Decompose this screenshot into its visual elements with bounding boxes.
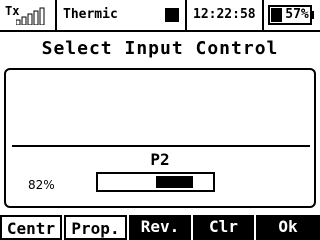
input-level-fill [155, 176, 194, 188]
battery-icon: 57% [268, 5, 314, 25]
input-percent: 82% [28, 178, 55, 192]
rev-button[interactable]: Rev. [129, 215, 191, 240]
input-name: P2 [150, 150, 170, 169]
prop-button[interactable]: Prop. [64, 215, 127, 240]
clr-button[interactable]: Clr [193, 215, 254, 240]
signal-indicator: Tx [0, 0, 56, 30]
status-divider [55, 0, 57, 30]
ok-button[interactable]: Ok [256, 215, 320, 240]
panel-divider [12, 145, 310, 147]
battery-percent: 57% [285, 7, 309, 22]
record-square-icon [165, 8, 179, 22]
centr-button[interactable]: Centr [0, 215, 62, 240]
input-level-bar [96, 172, 215, 192]
status-bar: Tx Thermic 12:22:58 57% [0, 0, 320, 32]
signal-strength-icon [16, 7, 45, 25]
clock: 12:22:58 [193, 7, 256, 22]
status-divider [262, 0, 264, 30]
status-divider [185, 0, 187, 30]
input-panel: P2 82% [4, 68, 316, 208]
model-name: Thermic [63, 7, 118, 22]
button-bar: Centr Prop. Rev. Clr Ok [0, 215, 320, 240]
page-title: Select Input Control [41, 38, 279, 59]
